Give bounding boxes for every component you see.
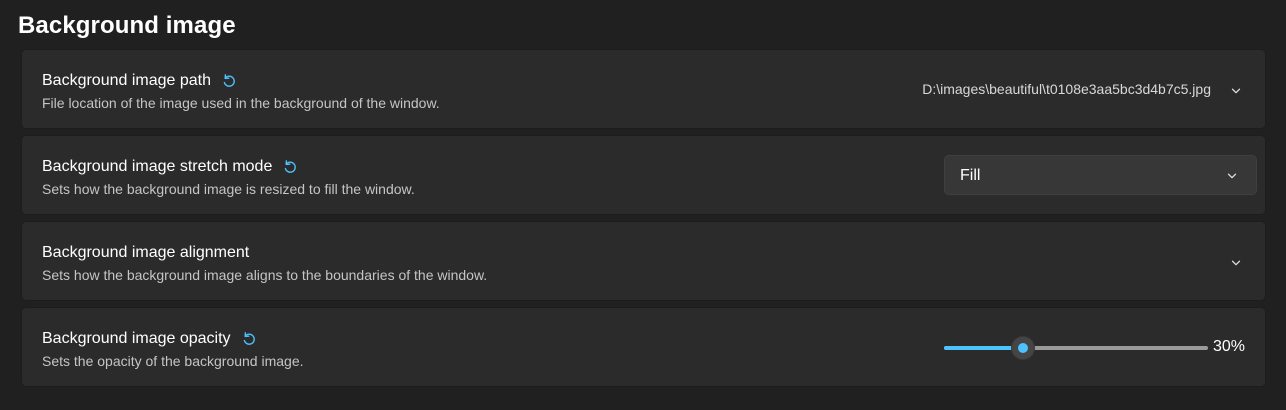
chevron-down-icon[interactable] (1230, 84, 1242, 96)
settings-page: Background image Background image path F… (0, 0, 1286, 410)
setting-title-wrapper: Background image path (42, 72, 237, 90)
setting-description: Sets how the background image aligns to … (42, 267, 488, 283)
setting-title-wrapper: Background image stretch mode (42, 158, 298, 176)
setting-title: Background image path (42, 72, 211, 89)
setting-description: Sets the opacity of the background image… (42, 353, 304, 369)
setting-description: File location of the image used in the b… (42, 95, 440, 111)
chevron-down-icon (1226, 169, 1238, 181)
reset-icon[interactable] (241, 331, 257, 347)
setting-description: Sets how the background image is resized… (42, 181, 415, 197)
stretch-mode-dropdown[interactable]: Fill (944, 155, 1257, 195)
setting-card-background-image-opacity: Background image opacity Sets the opacit… (21, 307, 1266, 387)
opacity-value-label: 30% (1213, 338, 1246, 355)
reset-icon[interactable] (282, 159, 298, 175)
section-title: Background image (18, 12, 236, 39)
setting-title: Background image opacity (42, 330, 231, 347)
setting-card-background-image-stretch-mode: Background image stretch mode Sets how t… (21, 135, 1266, 215)
opacity-slider[interactable] (944, 336, 1208, 360)
setting-card-background-image-path[interactable]: Background image path File location of t… (21, 49, 1266, 129)
stretch-mode-selected: Fill (960, 167, 981, 184)
setting-title-wrapper: Background image opacity (42, 330, 257, 348)
reset-icon[interactable] (221, 73, 237, 89)
setting-title: Background image stretch mode (42, 158, 273, 175)
slider-thumb[interactable] (1011, 336, 1036, 360)
setting-title: Background image alignment (42, 244, 250, 261)
chevron-down-icon[interactable] (1230, 256, 1242, 268)
setting-card-background-image-alignment[interactable]: Background image alignment Sets how the … (21, 221, 1266, 301)
setting-title-wrapper: Background image alignment (42, 244, 249, 262)
path-value: D:\images\beautiful\t0108e3aa5bc3d4b7c5.… (922, 81, 1211, 97)
